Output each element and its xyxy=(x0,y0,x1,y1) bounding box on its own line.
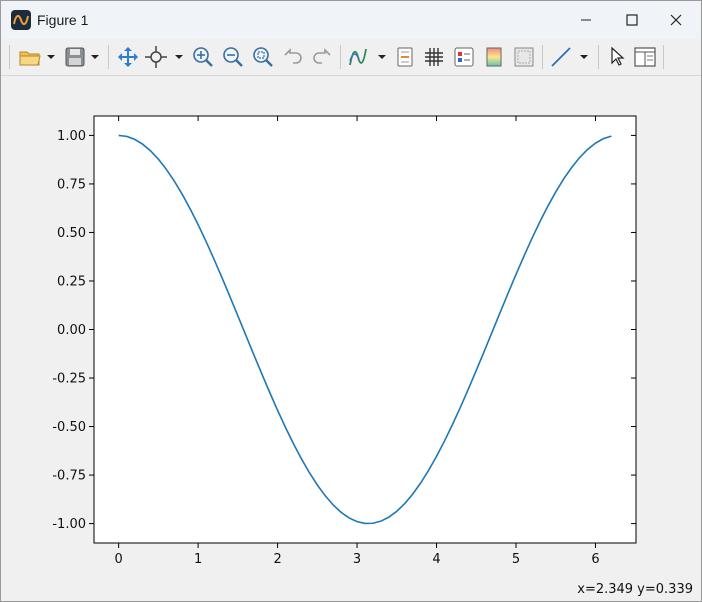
matplotlib-figure-icon xyxy=(11,10,31,30)
zoom-out-button[interactable] xyxy=(219,44,247,70)
line-tool-icon xyxy=(551,47,588,67)
zoom-in-button[interactable] xyxy=(189,44,217,70)
x-tick-label: 6 xyxy=(591,552,599,567)
cursor-select-icon xyxy=(611,46,625,66)
figure-toolbar xyxy=(1,39,701,76)
maximize-icon xyxy=(626,14,638,26)
edit-parameters-icon xyxy=(397,47,413,67)
toolbar-separator xyxy=(340,45,341,69)
y-tick-label: 1.00 xyxy=(57,129,86,144)
y-tick-label: 0.00 xyxy=(57,323,86,338)
minimize-button[interactable] xyxy=(563,1,609,39)
y-tick-label: -1.00 xyxy=(52,517,86,532)
close-icon xyxy=(670,14,682,26)
zoom-fit-button[interactable] xyxy=(249,44,277,70)
toolbar-separator xyxy=(598,45,599,69)
axes-background xyxy=(94,116,636,543)
zoom-in-icon xyxy=(193,47,213,67)
edit-parameters-button[interactable] xyxy=(392,44,418,70)
pan-button[interactable] xyxy=(114,44,142,70)
redo-button[interactable] xyxy=(308,44,336,70)
zoom-target-button[interactable] xyxy=(143,44,187,70)
figure-window: Figure 1 0 1 2 3 4 5 6 1.00 0.75 0.50 0.… xyxy=(0,0,702,602)
minimize-icon xyxy=(581,19,591,21)
toolbar-separator xyxy=(542,45,543,69)
maximize-button[interactable] xyxy=(609,1,655,39)
open-button[interactable] xyxy=(15,44,59,70)
grid-icon xyxy=(425,48,443,66)
curve-style-icon xyxy=(349,48,386,66)
x-tick-label: 2 xyxy=(273,552,281,567)
y-tick-label: -0.50 xyxy=(52,420,86,435)
x-tick-label: 3 xyxy=(353,552,361,567)
line-chart[interactable]: 0 1 2 3 4 5 6 1.00 0.75 0.50 0.25 0.00 -0.25 -0.50 -0.… xyxy=(1,76,701,576)
zoom-fit-icon xyxy=(253,47,273,67)
image-frame-button[interactable] xyxy=(511,44,537,70)
x-tick-label: 1 xyxy=(194,552,202,567)
y-tick-label: 0.50 xyxy=(57,226,86,241)
colorbar-icon xyxy=(486,47,502,67)
panel-layout-icon xyxy=(634,47,656,67)
legend-button[interactable] xyxy=(451,44,477,70)
save-disk-icon xyxy=(65,47,99,67)
undo-icon xyxy=(284,48,302,64)
x-tick-label: 4 xyxy=(432,552,440,567)
x-tick-label: 5 xyxy=(512,552,520,567)
cursor-select-button[interactable] xyxy=(603,44,629,70)
colorbar-button[interactable] xyxy=(481,44,507,70)
zoom-out-icon xyxy=(223,47,243,67)
toolbar-separator xyxy=(663,45,664,69)
figure-canvas[interactable]: 0 1 2 3 4 5 6 1.00 0.75 0.50 0.25 0.00 -0.25 -0.50 -0.… xyxy=(1,76,701,576)
y-tick-label: -0.25 xyxy=(52,372,86,387)
zoom-target-icon xyxy=(145,46,183,68)
grid-button[interactable] xyxy=(421,44,447,70)
save-button[interactable] xyxy=(61,44,105,70)
close-button[interactable] xyxy=(653,1,699,39)
image-frame-icon xyxy=(514,47,534,67)
open-folder-icon xyxy=(19,51,55,66)
line-tool-button[interactable] xyxy=(548,44,592,70)
toolbar-separator xyxy=(108,45,109,69)
y-tick-label: -0.75 xyxy=(52,469,86,484)
panel-layout-button[interactable] xyxy=(631,44,659,70)
toolbar-grip xyxy=(9,45,10,69)
title-bar[interactable]: Figure 1 xyxy=(1,1,701,39)
legend-icon xyxy=(454,47,474,67)
redo-icon xyxy=(313,48,331,64)
cursor-coordinates: x=2.349 y=0.339 xyxy=(577,582,693,597)
undo-button[interactable] xyxy=(279,44,307,70)
pan-move-icon xyxy=(118,47,138,67)
y-tick-label: 0.25 xyxy=(57,274,86,289)
curve-style-button[interactable] xyxy=(346,44,390,70)
window-title: Figure 1 xyxy=(37,12,89,28)
y-tick-label: 0.75 xyxy=(57,177,86,192)
x-tick-label: 0 xyxy=(114,552,122,567)
